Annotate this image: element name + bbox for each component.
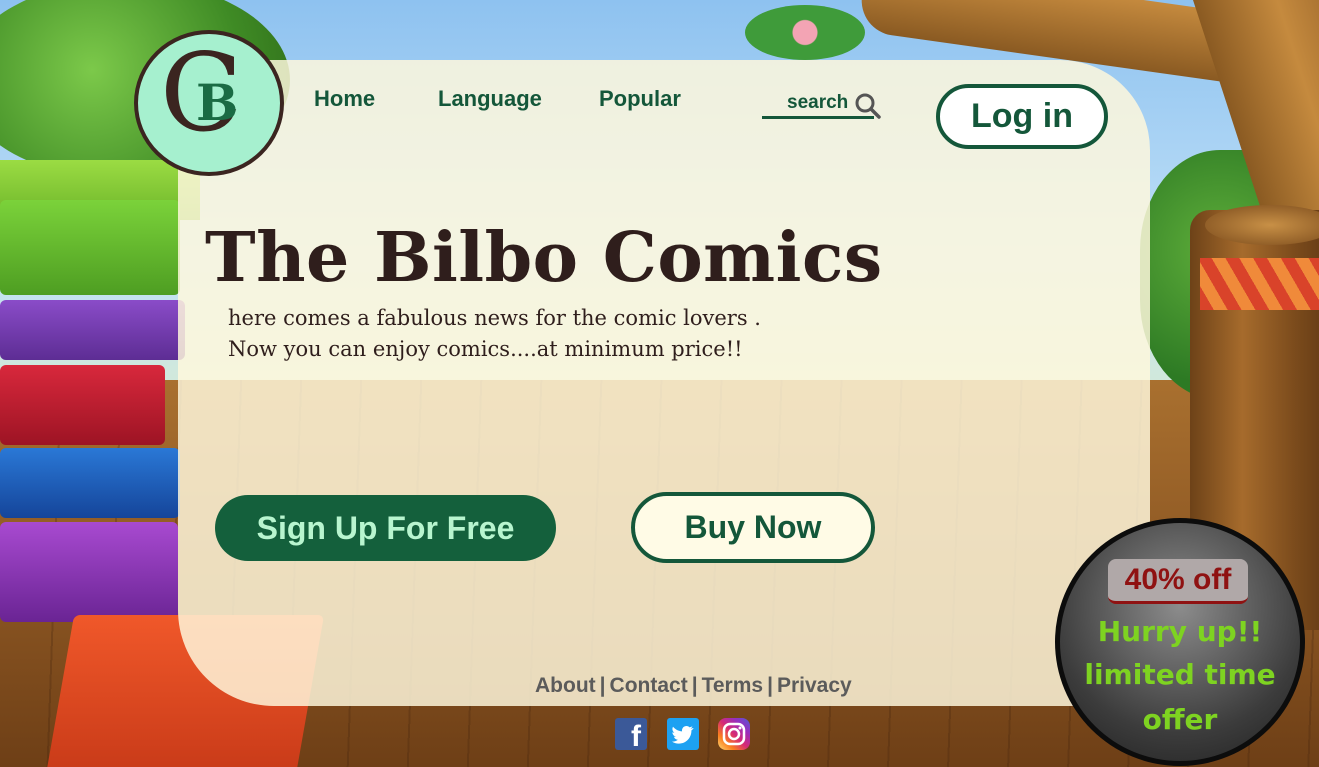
footer-links: About | Contact | Terms | Privacy [535, 674, 852, 698]
brand-logo[interactable]: C B [134, 30, 284, 176]
nav-language[interactable]: Language [438, 86, 542, 112]
book-violet [0, 522, 178, 622]
footer-separator: | [599, 674, 606, 697]
login-button[interactable]: Log in [936, 84, 1108, 149]
offer-badge[interactable]: 40% off Hurry up!! limited time offer [1055, 518, 1305, 766]
nav-popular[interactable]: Popular [599, 86, 681, 112]
footer-link-privacy[interactable]: Privacy [777, 674, 852, 697]
footer-link-contact[interactable]: Contact [610, 674, 688, 697]
footer-separator: | [767, 674, 773, 697]
offer-line-3: offer [1142, 703, 1218, 736]
background-flowers [745, 5, 865, 60]
book-purple [0, 300, 185, 360]
search-label: search [787, 92, 849, 113]
offer-discount: 40% off [1108, 559, 1248, 604]
page-title: The Bilbo Comics [205, 218, 883, 298]
background-stump-band [1200, 258, 1319, 310]
signup-button[interactable]: Sign Up For Free [215, 495, 556, 561]
offer-line-1: Hurry up!! [1097, 615, 1263, 648]
footer-link-terms[interactable]: Terms [702, 674, 763, 697]
search-underline [762, 116, 874, 119]
book-red [0, 365, 165, 445]
hero-panel [178, 60, 1150, 706]
instagram-icon[interactable] [718, 718, 750, 750]
buy-now-button[interactable]: Buy Now [631, 492, 875, 563]
facebook-icon[interactable]: f [615, 718, 647, 753]
twitter-icon[interactable] [667, 718, 699, 750]
footer-separator: | [691, 674, 698, 697]
background-book-stack [0, 180, 185, 640]
tagline-line-2: Now you can enjoy comics....at minimum p… [228, 337, 743, 361]
search-box[interactable]: search [762, 90, 882, 120]
book-blue [0, 448, 180, 518]
nav-home[interactable]: Home [314, 86, 375, 112]
logo-letter-b: B [196, 73, 239, 132]
offer-line-2: limited time [1084, 658, 1276, 691]
footer-link-about[interactable]: About [535, 674, 596, 697]
tagline-line-1: here comes a fabulous news for the comic… [228, 306, 761, 330]
search-icon[interactable] [854, 92, 882, 125]
book-green [0, 200, 180, 295]
